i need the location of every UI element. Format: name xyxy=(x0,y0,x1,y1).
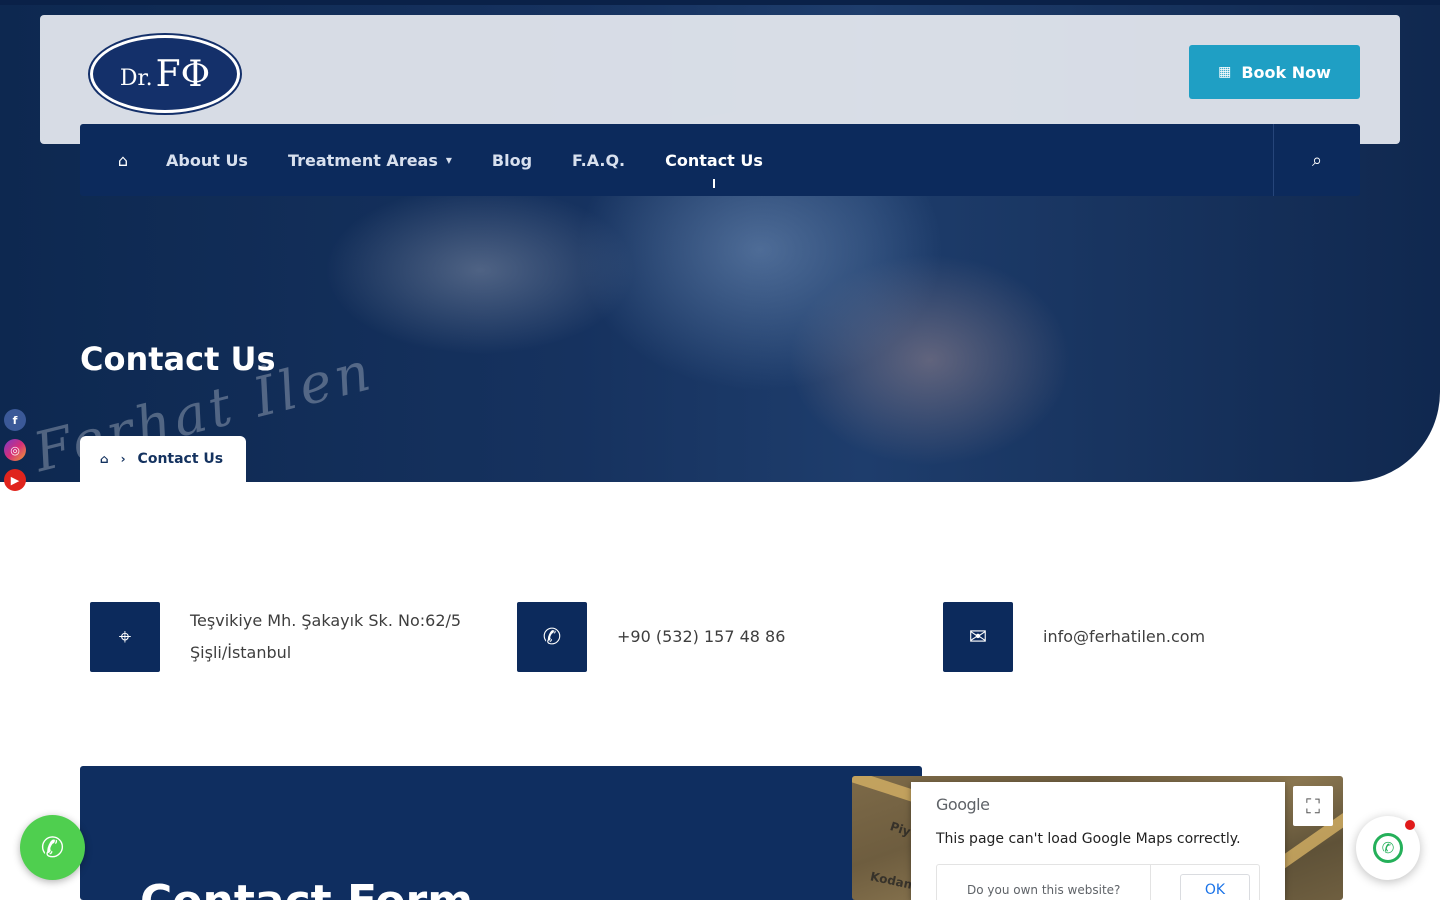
phone-number[interactable]: +90 (532) 157 48 86 xyxy=(617,621,785,653)
main-nav: ⌂ About Us Treatment Areas ▾ Blog F.A.Q.… xyxy=(80,124,1360,196)
nav-item-label: About Us xyxy=(166,150,248,170)
address-line-1: Teşvikiye Mh. Şakayık Sk. No:62/5 xyxy=(190,611,462,630)
top-bar xyxy=(0,0,1440,5)
nav-item-about-us[interactable]: About Us xyxy=(166,151,248,170)
book-now-label: Book Now xyxy=(1241,62,1331,82)
book-now-button[interactable]: ▦ Book Now xyxy=(1189,45,1360,99)
breadcrumb: ⌂ › Contact Us xyxy=(80,436,246,482)
email-address[interactable]: info@ferhatilen.com xyxy=(1043,621,1205,653)
nav-item-treatment-areas[interactable]: Treatment Areas ▾ xyxy=(288,151,452,170)
ok-button[interactable]: OK xyxy=(1180,874,1250,900)
maps-dialog-footer: Do you own this website? OK xyxy=(936,864,1260,900)
phone-icon: ✆ xyxy=(40,831,65,864)
home-icon[interactable]: ⌂ xyxy=(100,452,109,466)
social-links: f ◎ ▶ xyxy=(4,409,26,491)
youtube-icon[interactable]: ▶ xyxy=(4,469,26,491)
contact-form-panel: Contact Form xyxy=(80,766,922,900)
notification-dot xyxy=(1405,820,1415,830)
logo-prefix: Dr. xyxy=(119,65,153,91)
divider xyxy=(1150,865,1151,900)
google-logo: Google xyxy=(936,795,990,814)
phone-icon: ✆ xyxy=(517,602,587,672)
nav-item-contact-us[interactable]: Contact Us xyxy=(665,150,763,188)
instagram-icon[interactable]: ◎ xyxy=(4,439,26,461)
maps-error-message: This page can't load Google Maps correct… xyxy=(936,831,1241,847)
whatsapp-icon: ✆ xyxy=(1373,833,1403,863)
search-icon[interactable]: ⌕ xyxy=(1273,124,1360,196)
nav-item-faq[interactable]: F.A.Q. xyxy=(572,151,625,170)
maps-error-dialog: Google This page can't load Google Maps … xyxy=(911,782,1285,900)
phone-block: ✆ +90 (532) 157 48 86 xyxy=(517,602,785,672)
email-block: ✉ info@ferhatilen.com xyxy=(943,602,1205,672)
map-label: Piy xyxy=(888,819,913,839)
own-website-link[interactable]: Do you own this website? xyxy=(967,883,1120,897)
page-title: Contact Us xyxy=(80,340,276,378)
address-line-2: Şişli/İstanbul xyxy=(190,643,292,662)
call-button[interactable]: ✆ xyxy=(20,815,85,880)
nav-item-label: Blog xyxy=(491,150,533,170)
facebook-icon[interactable]: f xyxy=(4,409,26,431)
nav-item-label: F.A.Q. xyxy=(572,150,626,170)
breadcrumb-current: Contact Us xyxy=(137,451,224,467)
logo-mark: FΦ xyxy=(155,53,211,95)
address-block: ⌖ Teşvikiye Mh. Şakayık Sk. No:62/5 Şişl… xyxy=(90,602,461,672)
envelope-icon: ✉ xyxy=(943,602,1013,672)
chevron-right-icon: › xyxy=(120,452,126,466)
chevron-down-icon: ▾ xyxy=(445,153,452,167)
location-pin-icon: ⌖ xyxy=(90,602,160,672)
contact-form-title: Contact Form xyxy=(140,876,473,900)
calendar-icon: ▦ xyxy=(1218,64,1232,80)
nav-item-label: Contact Us xyxy=(665,150,763,170)
nav-item-blog[interactable]: Blog xyxy=(492,151,532,170)
logo[interactable]: Dr. FΦ xyxy=(90,35,240,113)
nav-item-label: Treatment Areas xyxy=(287,150,438,170)
fullscreen-icon[interactable]: ⛶ xyxy=(1293,786,1333,826)
home-icon[interactable]: ⌂ xyxy=(80,151,166,170)
